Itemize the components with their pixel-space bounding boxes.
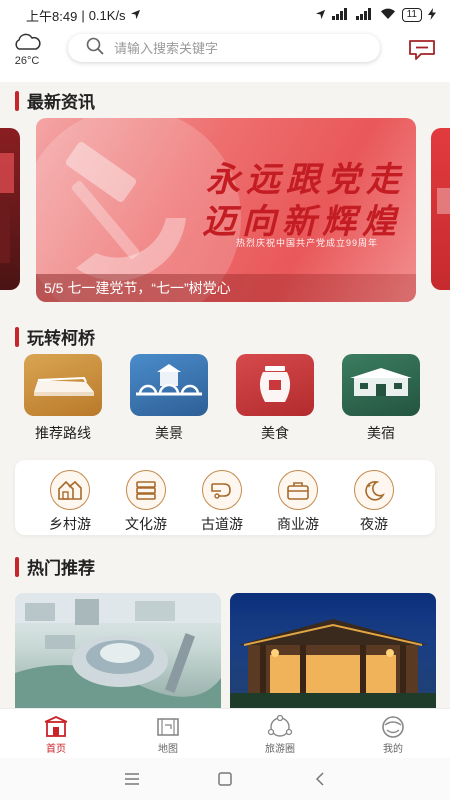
system-nav-bar [0,758,450,800]
aerial-city-image [15,593,221,711]
bridge-icon [130,354,208,416]
cloud-icon [12,33,42,55]
tab-label: 我的 [383,744,403,755]
wifi-icon [380,8,396,23]
category-lodging[interactable]: 美宿 [341,354,421,443]
night-pavilion-image [230,613,436,711]
chat-bubble-icon[interactable] [407,38,437,67]
category-label: 美宿 [367,425,395,441]
charging-icon [428,7,436,23]
briefcase-icon [278,470,318,510]
carousel-prev-slide[interactable] [0,128,20,290]
menu-icon[interactable] [122,769,142,789]
category-label: 美景 [155,425,183,441]
theme-tour-card: 乡村游 文化游 古道游 商业游 夜游 [15,460,435,535]
search-bar[interactable] [68,34,380,62]
section-marker [15,90,19,111]
section-title-explore: 玩转柯桥 [15,324,95,349]
map-icon [133,714,203,740]
tab-home[interactable]: 首页 [21,714,91,755]
hot-pick-card-1[interactable] [15,593,221,711]
theme-label: 古道游 [201,516,243,532]
tab-profile[interactable]: 我的 [358,714,428,755]
theme-label: 文化游 [125,516,167,532]
hotel-icon [342,354,420,416]
carousel-next-slide[interactable] [431,128,450,290]
category-food[interactable]: 美食 [235,354,315,443]
home-gate-icon [21,714,91,740]
theme-culture-tour[interactable]: 文化游 [114,470,178,534]
top-bar: 26°C [0,30,450,82]
search-icon [86,37,104,60]
category-label: 美食 [261,425,289,441]
theme-business-tour[interactable]: 商业游 [266,470,330,534]
route-icon [24,354,102,416]
ancient-road-icon [202,470,242,510]
theme-label: 商业游 [277,516,319,532]
tab-travel-circle[interactable]: 旅游圈 [245,714,315,755]
circle-network-icon [245,714,315,740]
hot-pick-card-2[interactable] [230,593,436,711]
location-arrow-icon [315,8,326,23]
moon-icon [354,470,394,510]
battery-indicator: 11 [401,8,422,22]
section-title-news: 最新资讯 [15,88,95,113]
category-row: 推荐路线 美景 美食 美宿 [0,354,450,444]
profile-icon [358,714,428,740]
books-icon [126,470,166,510]
weather-widget[interactable]: 26°C [10,32,44,67]
tab-label: 地图 [158,744,178,755]
food-jar-icon [236,354,314,416]
section-title-hot: 热门推荐 [15,554,95,579]
search-input[interactable] [114,40,354,56]
status-time: 上午8:49 [26,8,78,24]
tab-label: 首页 [46,744,66,755]
status-speed: 0.1K/s [88,7,126,23]
category-recommended-route[interactable]: 推荐路线 [23,354,103,443]
theme-label: 夜游 [360,516,388,532]
theme-ancient-road-tour[interactable]: 古道游 [190,470,254,534]
category-label: 推荐路线 [35,425,91,441]
bottom-tab-bar: 首页 地图 旅游圈 我的 [0,708,450,758]
home-square-icon[interactable] [215,769,235,789]
location-arrow-icon [130,8,141,23]
theme-label: 乡村游 [49,516,91,532]
category-scenery[interactable]: 美景 [129,354,209,443]
banner-subline: 热烈庆祝中国共产党成立99周年 [236,238,379,248]
section-marker [15,326,19,347]
village-icon [50,470,90,510]
back-arrow-icon[interactable] [310,769,330,789]
status-bar: 上午8:49 | 0.1K/s 11 [0,0,450,30]
tab-label: 旅游圈 [265,744,295,755]
news-banner[interactable]: 永远跟党走 迈向新辉煌 热烈庆祝中国共产党成立99周年 5/5 七一建党节，“七… [36,118,416,302]
banner-caption: 5/5 七一建党节，“七一”树党心 [36,274,416,302]
theme-rural-tour[interactable]: 乡村游 [38,470,102,534]
tab-map[interactable]: 地图 [133,714,203,755]
signal-icon [331,7,350,23]
section-marker [15,556,19,577]
theme-night-tour[interactable]: 夜游 [342,470,406,534]
signal-icon [355,7,374,23]
weather-temperature: 26°C [14,55,40,67]
